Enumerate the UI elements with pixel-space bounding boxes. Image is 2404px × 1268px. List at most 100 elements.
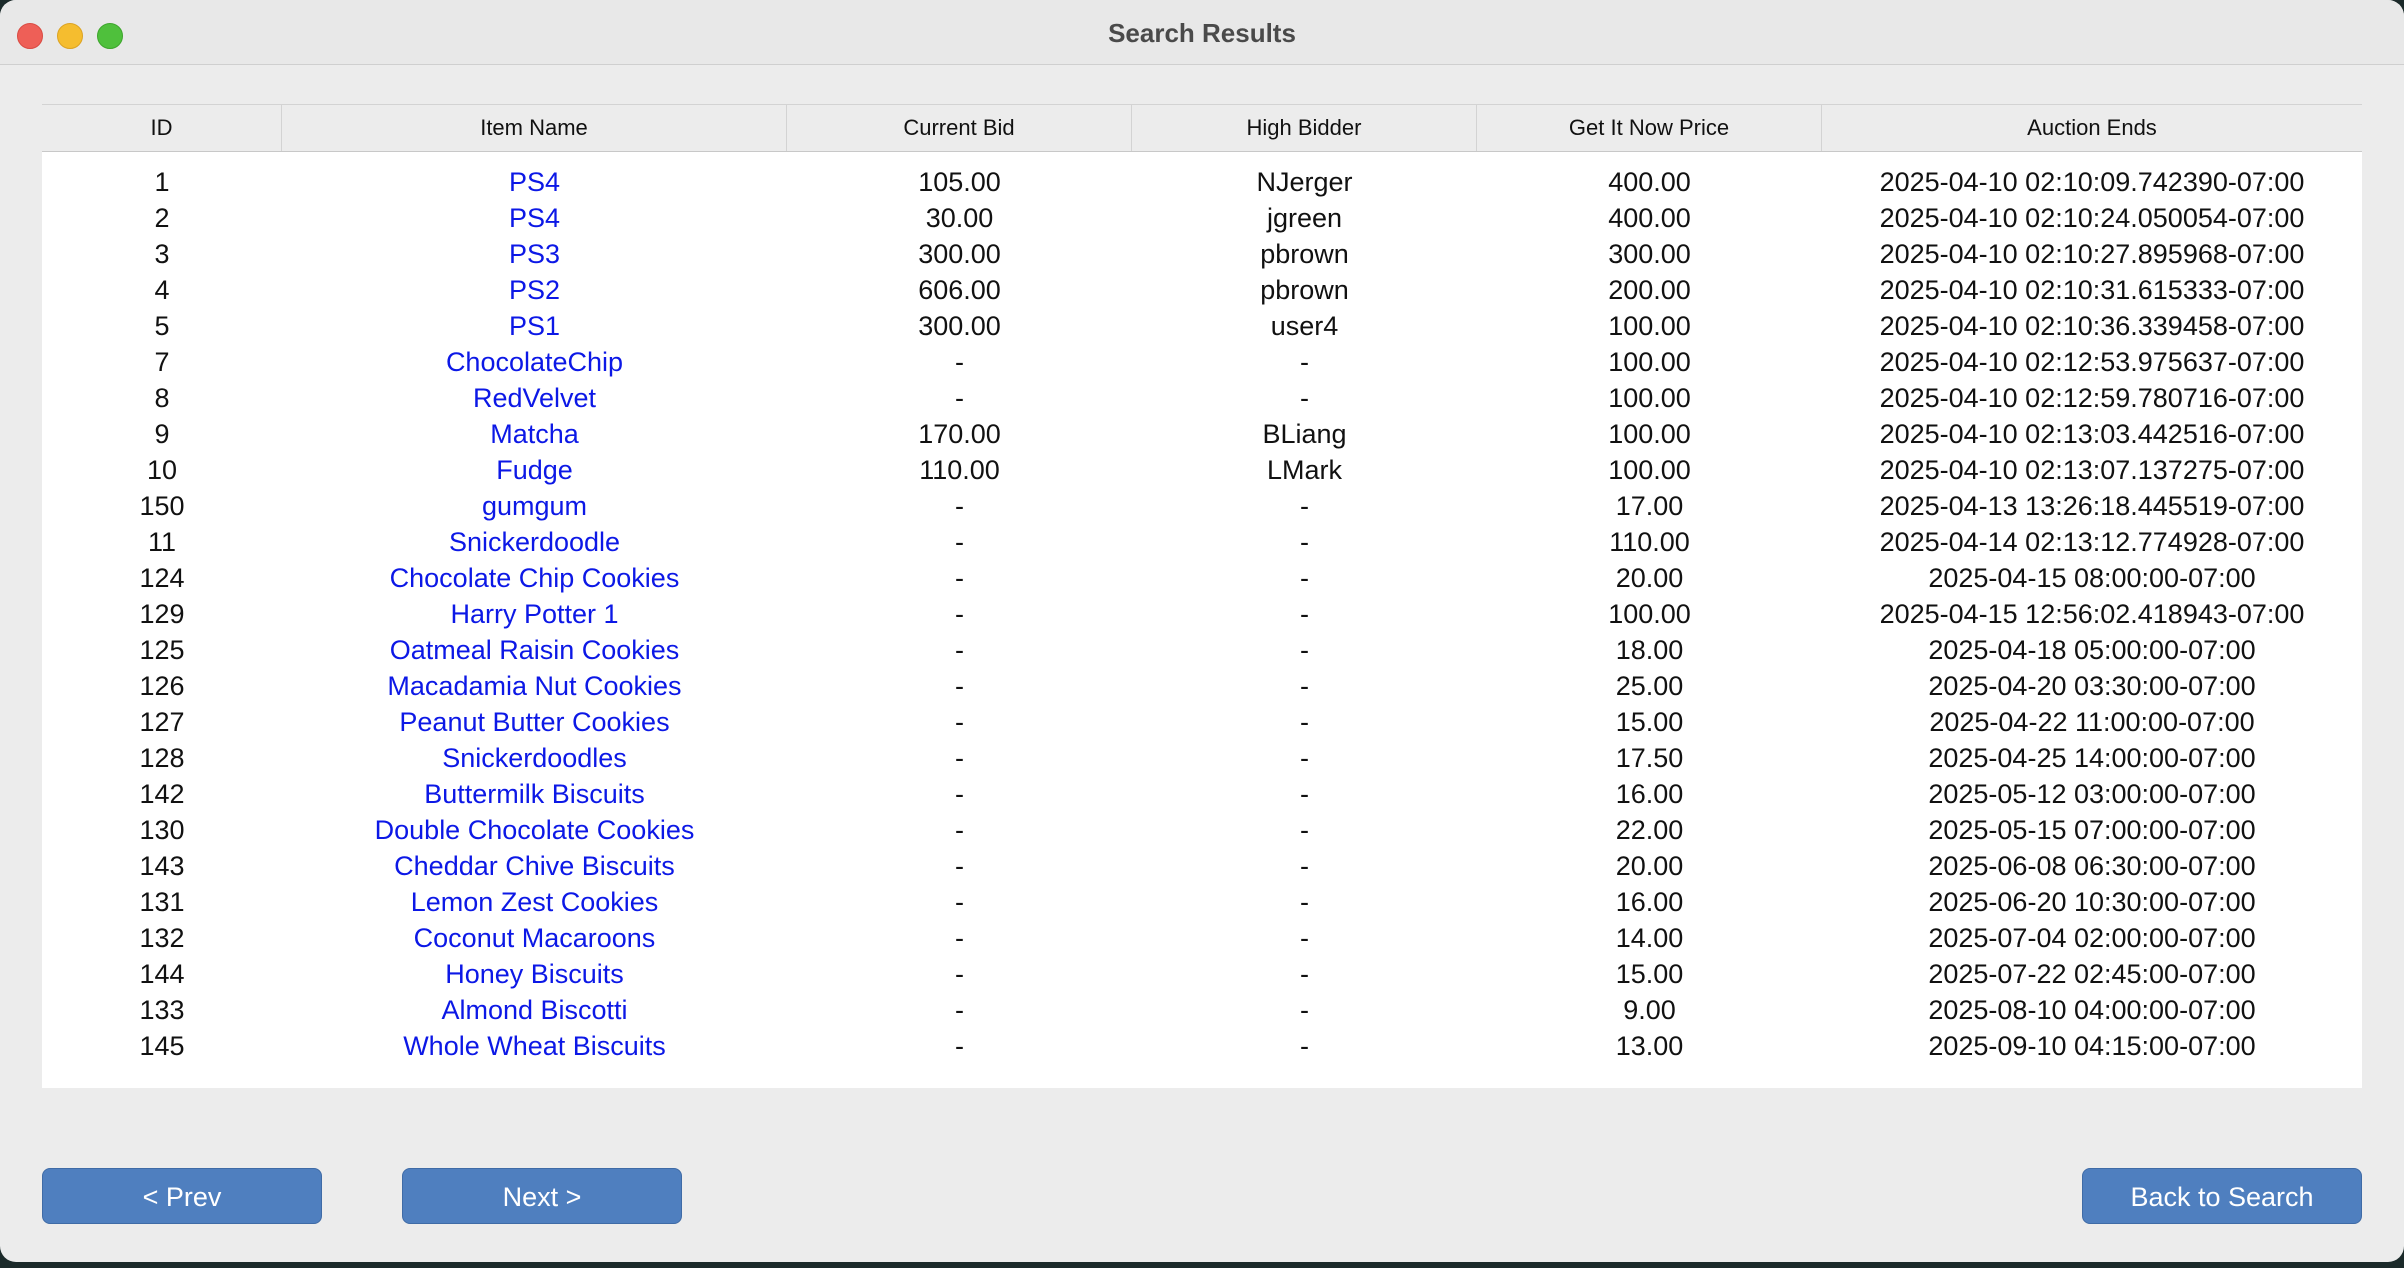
cell-item-name: Double Chocolate Cookies bbox=[282, 812, 787, 848]
item-link[interactable]: Macadamia Nut Cookies bbox=[387, 671, 681, 701]
item-link[interactable]: RedVelvet bbox=[473, 383, 596, 413]
column-header-item-name[interactable]: Item Name bbox=[282, 105, 787, 151]
item-link[interactable]: Honey Biscuits bbox=[445, 959, 624, 989]
cell-item-name: Macadamia Nut Cookies bbox=[282, 668, 787, 704]
table-header: ID Item Name Current Bid High Bidder Get… bbox=[42, 104, 2362, 152]
cell-get-it-now-price: 13.00 bbox=[1615, 1031, 1684, 1061]
table-row: 4 PS2 606.00 pbrown 200.00 2025-04-10 02:10:3… bbox=[42, 272, 2362, 308]
cell-auction-ends: 2025-04-10 02:10:36.339458-07:00 bbox=[1879, 311, 2305, 341]
item-link[interactable]: Matcha bbox=[490, 419, 579, 449]
item-link[interactable]: Cheddar Chive Biscuits bbox=[394, 851, 675, 881]
cell-auction-ends: 2025-08-10 04:00:00-07:00 bbox=[1928, 995, 2256, 1025]
cell-high-bidder: - bbox=[1300, 851, 1309, 881]
next-page-button[interactable]: Next > bbox=[402, 1168, 682, 1224]
cell-id: 126 bbox=[139, 671, 185, 701]
cell-current-bid: - bbox=[955, 491, 964, 521]
cell-id: 124 bbox=[139, 563, 185, 593]
item-link[interactable]: Lemon Zest Cookies bbox=[411, 887, 659, 917]
cell-high-bidder: user4 bbox=[1270, 311, 1339, 341]
table-row: 130 Double Chocolate Cookies - - 22.00 2025-0… bbox=[42, 812, 2362, 848]
cell-id: 4 bbox=[154, 275, 170, 305]
cell-get-it-now-price: 25.00 bbox=[1615, 671, 1684, 701]
cell-get-it-now-price: 17.00 bbox=[1615, 491, 1684, 521]
cell-current-bid: - bbox=[955, 635, 964, 665]
item-link[interactable]: Snickerdoodles bbox=[442, 743, 627, 773]
cell-get-it-now-price: 300.00 bbox=[1608, 239, 1691, 269]
item-link[interactable]: PS1 bbox=[509, 311, 560, 341]
window-title: Search Results bbox=[1108, 18, 1296, 48]
cell-high-bidder: jgreen bbox=[1266, 203, 1343, 233]
cell-get-it-now-price: 20.00 bbox=[1615, 563, 1684, 593]
cell-id: 5 bbox=[154, 311, 170, 341]
table-row: 124 Chocolate Chip Cookies - - 20.00 2025-04-… bbox=[42, 560, 2362, 596]
cell-item-name: PS4 bbox=[282, 164, 787, 200]
cell-item-name: Coconut Macaroons bbox=[282, 920, 787, 956]
cell-high-bidder: - bbox=[1300, 491, 1309, 521]
cell-high-bidder: - bbox=[1300, 563, 1309, 593]
cell-high-bidder: BLiang bbox=[1262, 419, 1347, 449]
item-link[interactable]: Buttermilk Biscuits bbox=[424, 779, 645, 809]
item-link[interactable]: Oatmeal Raisin Cookies bbox=[390, 635, 680, 665]
cell-item-name: RedVelvet bbox=[282, 380, 787, 416]
column-header-auction-ends[interactable]: Auction Ends bbox=[1822, 105, 2362, 151]
item-link[interactable]: ChocolateChip bbox=[446, 347, 623, 377]
table-row: 129 Harry Potter 1 - - 100.00 2025-04-15 12:5… bbox=[42, 596, 2362, 632]
cell-auction-ends: 2025-04-10 02:12:53.975637-07:00 bbox=[1879, 347, 2305, 377]
prev-page-button[interactable]: < Prev bbox=[42, 1168, 322, 1224]
column-header-get-it-now-price[interactable]: Get It Now Price bbox=[1477, 105, 1822, 151]
cell-item-name: PS2 bbox=[282, 272, 787, 308]
cell-current-bid: 300.00 bbox=[918, 239, 1001, 269]
column-header-current-bid[interactable]: Current Bid bbox=[787, 105, 1132, 151]
cell-id: 127 bbox=[139, 707, 185, 737]
item-link[interactable]: Peanut Butter Cookies bbox=[399, 707, 669, 737]
table-row: 7 ChocolateChip - - 100.00 2025-04-10 02:12:5… bbox=[42, 344, 2362, 380]
table-row: 3 PS3 300.00 pbrown 300.00 2025-04-10 02:10:2… bbox=[42, 236, 2362, 272]
item-link[interactable]: Almond Biscotti bbox=[441, 995, 627, 1025]
table-row: 9 Matcha 170.00 BLiang 100.00 2025-04-10 02:1… bbox=[42, 416, 2362, 452]
cell-get-it-now-price: 20.00 bbox=[1615, 851, 1684, 881]
cell-current-bid: - bbox=[955, 383, 964, 413]
item-link[interactable]: PS2 bbox=[509, 275, 560, 305]
back-to-search-button[interactable]: Back to Search bbox=[2082, 1168, 2362, 1224]
cell-high-bidder: - bbox=[1300, 923, 1309, 953]
item-link[interactable]: Coconut Macaroons bbox=[414, 923, 656, 953]
table-row: 8 RedVelvet - - 100.00 2025-04-10 02:12:59.78… bbox=[42, 380, 2362, 416]
cell-auction-ends: 2025-04-10 02:13:03.442516-07:00 bbox=[1879, 419, 2305, 449]
item-link[interactable]: Snickerdoodle bbox=[449, 527, 620, 557]
cell-current-bid: - bbox=[955, 815, 964, 845]
column-header-id[interactable]: ID bbox=[42, 105, 282, 151]
search-results-window: Search Results ID Item Name Current Bid … bbox=[0, 0, 2404, 1262]
cell-auction-ends: 2025-04-10 02:10:31.615333-07:00 bbox=[1879, 275, 2305, 305]
cell-item-name: PS1 bbox=[282, 308, 787, 344]
item-link[interactable]: Harry Potter 1 bbox=[450, 599, 618, 629]
cell-auction-ends: 2025-04-15 08:00:00-07:00 bbox=[1928, 563, 2256, 593]
table-row: 126 Macadamia Nut Cookies - - 25.00 2025-04-2… bbox=[42, 668, 2362, 704]
cell-auction-ends: 2025-09-10 04:15:00-07:00 bbox=[1928, 1031, 2256, 1061]
cell-id: 125 bbox=[139, 635, 185, 665]
cell-item-name: Matcha bbox=[282, 416, 787, 452]
column-header-high-bidder[interactable]: High Bidder bbox=[1132, 105, 1477, 151]
item-link[interactable]: Whole Wheat Biscuits bbox=[403, 1031, 666, 1061]
item-link[interactable]: PS3 bbox=[509, 239, 560, 269]
table-row: 1 PS4 105.00 NJerger 400.00 2025-04-10 02:10:… bbox=[42, 164, 2362, 200]
cell-id: 129 bbox=[139, 599, 185, 629]
cell-current-bid: 300.00 bbox=[918, 311, 1001, 341]
cell-id: 11 bbox=[147, 527, 177, 557]
item-link[interactable]: Double Chocolate Cookies bbox=[375, 815, 695, 845]
cell-high-bidder: - bbox=[1300, 779, 1309, 809]
cell-auction-ends: 2025-04-10 02:10:27.895968-07:00 bbox=[1879, 239, 2305, 269]
item-link[interactable]: Chocolate Chip Cookies bbox=[390, 563, 680, 593]
item-link[interactable]: Fudge bbox=[496, 455, 573, 485]
table-row: 127 Peanut Butter Cookies - - 15.00 2025-04-2… bbox=[42, 704, 2362, 740]
cell-high-bidder: pbrown bbox=[1260, 275, 1349, 305]
cell-current-bid: 170.00 bbox=[918, 419, 1001, 449]
table-body: 1 PS4 105.00 NJerger 400.00 2025-04-10 02:10:… bbox=[42, 164, 2362, 1064]
cell-current-bid: - bbox=[955, 995, 964, 1025]
cell-get-it-now-price: 17.50 bbox=[1615, 743, 1684, 773]
cell-id: 8 bbox=[154, 383, 170, 413]
item-link[interactable]: PS4 bbox=[509, 203, 560, 233]
item-link[interactable]: PS4 bbox=[509, 167, 560, 197]
item-link[interactable]: gumgum bbox=[482, 491, 587, 521]
cell-id: 128 bbox=[139, 743, 185, 773]
cell-high-bidder: - bbox=[1300, 815, 1309, 845]
